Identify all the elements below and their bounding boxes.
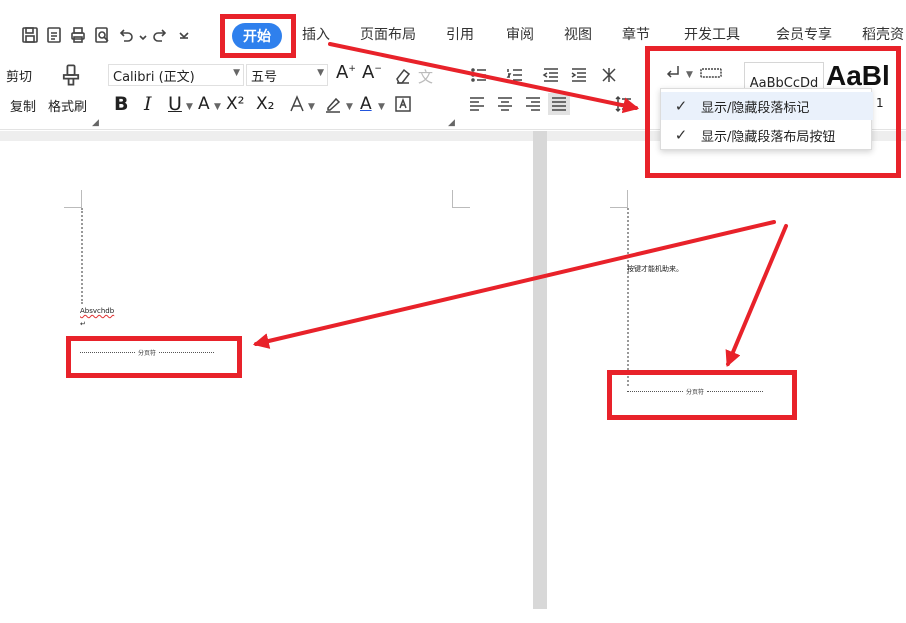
clear-format-icon[interactable] — [392, 64, 414, 86]
highlight-box-left-page-break — [66, 336, 242, 378]
customize-toolbar-icon[interactable] — [172, 23, 196, 47]
tab-view[interactable]: 视图 — [564, 24, 592, 46]
increase-indent-icon[interactable] — [568, 64, 590, 86]
document-text[interactable]: Absvchdb — [80, 307, 114, 315]
tab-membership[interactable]: 会员专享 — [776, 24, 832, 46]
align-right-icon[interactable] — [522, 93, 544, 115]
italic-button[interactable]: I — [144, 92, 152, 116]
copy-button[interactable]: 复制 — [10, 96, 36, 115]
print-preview-icon[interactable] — [90, 23, 114, 47]
tab-docer[interactable]: 稻壳资 — [862, 24, 904, 46]
chevron-down-icon[interactable]: ▼ — [186, 102, 193, 112]
chevron-down-icon: ▼ — [233, 68, 240, 78]
highlight-icon[interactable] — [322, 93, 344, 115]
undo-dropdown-icon[interactable] — [138, 23, 148, 47]
crop-mark — [610, 190, 628, 208]
font-size-value: 五号 — [251, 70, 278, 85]
page-separator — [533, 131, 547, 609]
save-icon[interactable] — [18, 23, 42, 47]
font-family-value: Calibri (正文) — [113, 70, 195, 85]
group-launcher-icon[interactable]: ◢ — [448, 118, 455, 128]
highlight-box-home-tab — [220, 14, 296, 58]
print-icon[interactable] — [66, 23, 90, 47]
tab-insert[interactable]: 插入 — [302, 24, 330, 46]
paragraph-marks-column — [627, 208, 629, 386]
chevron-down-icon: ▼ — [317, 68, 324, 78]
phonetic-guide-icon[interactable]: 文 — [418, 66, 433, 87]
font-size-select[interactable]: 五号 ▼ — [246, 64, 328, 86]
chevron-down-icon[interactable]: ▼ — [378, 102, 385, 112]
chinese-layout-icon[interactable] — [598, 64, 620, 86]
highlight-box-dropdown — [645, 46, 901, 178]
align-left-icon[interactable] — [466, 93, 488, 115]
quick-access-toolbar — [18, 22, 196, 48]
format-painter-button[interactable]: 格式刷 — [48, 96, 87, 115]
line-spacing-icon[interactable] — [612, 93, 634, 115]
crop-mark — [452, 190, 470, 208]
redo-icon[interactable] — [148, 23, 172, 47]
tab-developer[interactable]: 开发工具 — [684, 24, 740, 46]
justify-icon[interactable] — [548, 93, 570, 115]
group-launcher-icon[interactable]: ◢ — [92, 118, 99, 128]
export-pdf-icon[interactable] — [42, 23, 66, 47]
chevron-down-icon[interactable]: ▼ — [308, 102, 315, 112]
bullet-list-icon[interactable] — [468, 64, 490, 86]
format-painter-icon[interactable] — [58, 62, 84, 88]
grow-font-icon[interactable]: A+ — [336, 62, 356, 83]
crop-mark — [64, 190, 82, 208]
shrink-font-icon[interactable]: A− — [362, 62, 382, 83]
document-text[interactable]: 按键才能机助来。 — [627, 264, 683, 274]
undo-icon[interactable] — [114, 23, 138, 47]
bold-button[interactable]: B — [114, 92, 128, 116]
paragraph-mark: ↵ — [80, 320, 86, 328]
numbered-list-icon[interactable] — [504, 64, 526, 86]
subscript-button[interactable]: X₂ — [256, 92, 274, 116]
align-center-icon[interactable] — [494, 93, 516, 115]
underline-button[interactable]: U — [168, 92, 182, 116]
font-color-icon[interactable]: A — [360, 92, 372, 116]
paragraph-marks-column — [81, 208, 83, 304]
chevron-down-icon[interactable]: ▼ — [346, 102, 353, 112]
chevron-down-icon[interactable]: ▼ — [214, 102, 221, 112]
character-border-icon[interactable] — [392, 93, 414, 115]
tab-page-layout[interactable]: 页面布局 — [360, 24, 416, 46]
text-effect-icon[interactable] — [286, 93, 308, 115]
cut-button[interactable]: 剪切 — [6, 66, 32, 85]
superscript-button[interactable]: X² — [226, 92, 244, 116]
font-effect-icon[interactable]: A — [198, 92, 210, 116]
tab-chapter[interactable]: 章节 — [622, 24, 650, 46]
decrease-indent-icon[interactable] — [540, 64, 562, 86]
highlight-box-right-page-break — [607, 370, 797, 420]
tab-review[interactable]: 审阅 — [506, 24, 534, 46]
font-family-select[interactable]: Calibri (正文) ▼ — [108, 64, 244, 86]
tab-references[interactable]: 引用 — [446, 24, 474, 46]
